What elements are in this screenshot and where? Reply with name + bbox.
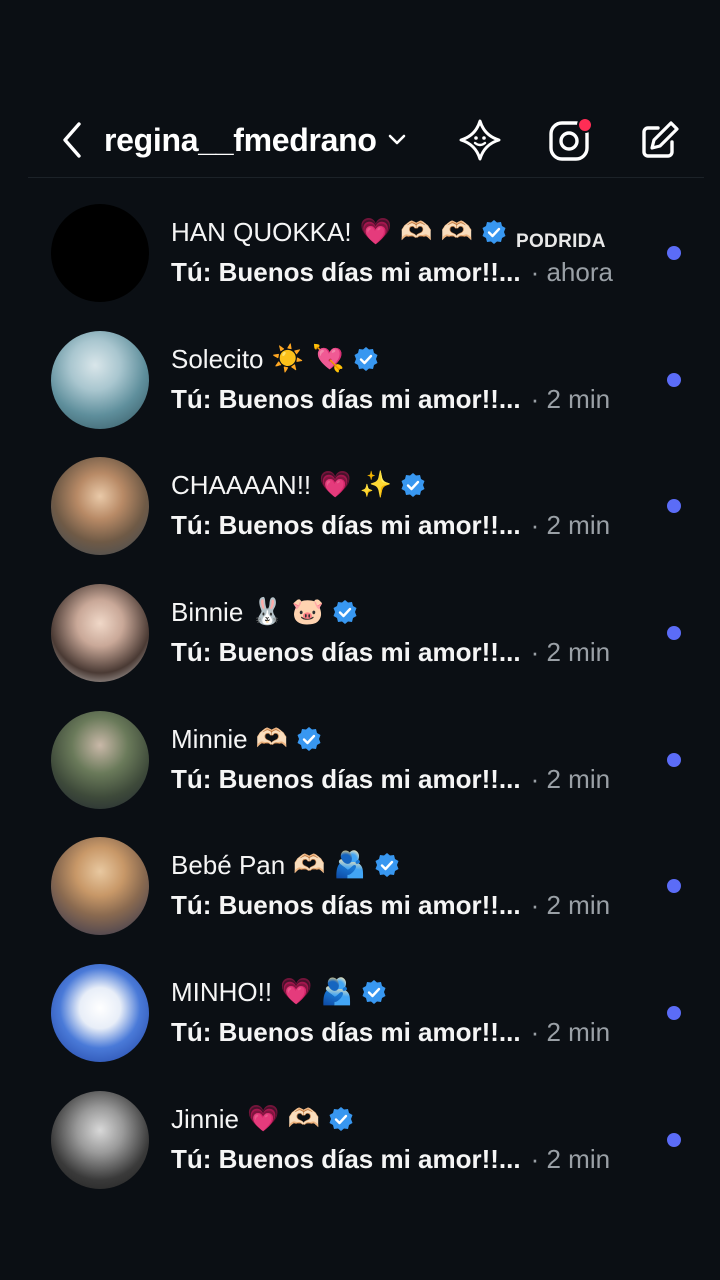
unread-dot — [667, 1006, 681, 1020]
unread-dot — [667, 246, 681, 260]
conversation-row[interactable]: Minnie 🫶🏻 Tú: Buenos días mi amor!!... ·… — [0, 697, 720, 823]
conversation-row[interactable]: HAN QUOKKA! 💗 🫶🏻 🫶🏻 Tú: Buenos días mi a… — [0, 190, 720, 316]
verified-badge-icon — [362, 980, 386, 1004]
camera-ring-icon — [549, 117, 593, 161]
top-bar: regina__fmedrano — [0, 100, 720, 178]
contact-name: HAN QUOKKA! — [171, 216, 352, 247]
avatar — [51, 837, 149, 935]
unread-dot — [667, 1133, 681, 1147]
verified-badge-icon — [329, 1107, 353, 1131]
message-time: · ahora — [530, 256, 613, 287]
name-emojis: 🫶🏻 — [255, 724, 288, 754]
unread-dot — [667, 753, 681, 767]
last-message: Tú: Buenos días mi amor!!... — [171, 763, 521, 794]
conversation-row[interactable]: Jinnie 💗 🫶🏻 Tú: Buenos días mi amor!!...… — [0, 1077, 720, 1203]
message-time: · 2 min — [530, 763, 611, 794]
message-time: · 2 min — [530, 1143, 611, 1174]
contact-name: Bebé Pan — [171, 849, 286, 880]
verified-badge-icon — [354, 347, 378, 371]
avatar — [51, 1091, 149, 1189]
last-message: Tú: Buenos días mi amor!!... — [171, 256, 521, 287]
last-message: Tú: Buenos días mi amor!!... — [171, 636, 521, 667]
message-time: · 2 min — [530, 889, 611, 920]
last-message: Tú: Buenos días mi amor!!... — [171, 889, 521, 920]
notes-button[interactable] — [546, 116, 594, 164]
conversation-row[interactable]: CHAAAAN!! 💗 ✨ Tú: Buenos días mi amor!!.… — [0, 443, 720, 569]
verified-badge-icon — [482, 220, 506, 244]
chevron-left-icon — [63, 122, 81, 158]
unread-dot — [667, 373, 681, 387]
contact-name: Solecito — [171, 343, 264, 374]
unread-dot — [667, 626, 681, 640]
sparkle-face-icon — [459, 119, 501, 161]
contact-name: Binnie — [171, 596, 244, 627]
name-emojis: 🐰 🐷 — [251, 597, 325, 627]
message-time: · 2 min — [530, 383, 611, 414]
avatar — [51, 964, 149, 1062]
new-message-button[interactable] — [636, 116, 684, 164]
verified-badge-icon — [375, 853, 399, 877]
avatar — [51, 457, 149, 555]
verified-badge-icon — [297, 727, 321, 751]
unread-dot — [667, 879, 681, 893]
contact-name: Jinnie — [171, 1103, 239, 1134]
last-message: Tú: Buenos días mi amor!!... — [171, 383, 521, 414]
conversation-row[interactable]: Bebé Pan 🫶🏻 🫂 Tú: Buenos días mi amor!!.… — [0, 823, 720, 949]
unread-dot — [667, 499, 681, 513]
name-emojis: ☀️ 💘 — [271, 344, 345, 374]
name-emojis: 💗 ✨ — [319, 470, 393, 500]
header-divider — [28, 177, 704, 178]
contact-name: CHAAAAN!! — [171, 469, 312, 500]
conversation-row[interactable]: Binnie 🐰 🐷 Tú: Buenos días mi amor!!... … — [0, 570, 720, 696]
contact-name: MINHO!! — [171, 976, 273, 1007]
contact-name: Minnie — [171, 723, 248, 754]
message-time: · 2 min — [530, 636, 611, 667]
conversation-row[interactable]: Solecito ☀️ 💘 Tú: Buenos días mi amor!!.… — [0, 317, 720, 443]
last-message: Tú: Buenos días mi amor!!... — [171, 1016, 521, 1047]
conversation-row[interactable]: MINHO!! 💗 🫂 Tú: Buenos días mi amor!!...… — [0, 950, 720, 1076]
avatar — [51, 584, 149, 682]
account-switcher[interactable]: regina__fmedrano — [104, 118, 407, 162]
avatar — [51, 711, 149, 809]
last-message: Tú: Buenos días mi amor!!... — [171, 509, 521, 540]
message-time: · 2 min — [530, 1016, 611, 1047]
back-button[interactable] — [52, 118, 92, 162]
avatar — [51, 331, 149, 429]
verified-badge-icon — [401, 473, 425, 497]
account-username: regina__fmedrano — [104, 121, 377, 158]
ai-assistant-button[interactable] — [456, 116, 504, 164]
name-emojis: 💗 🫂 — [280, 977, 354, 1007]
last-message: Tú: Buenos días mi amor!!... — [171, 1143, 521, 1174]
avatar — [51, 204, 149, 302]
name-emojis: 🫶🏻 🫂 — [293, 850, 367, 880]
notification-dot — [577, 117, 593, 133]
verified-badge-icon — [333, 600, 357, 624]
compose-icon — [642, 121, 679, 158]
chevron-down-icon — [387, 133, 407, 147]
name-emojis: 💗 🫶🏻 🫶🏻 — [359, 217, 474, 247]
message-time: · 2 min — [530, 509, 611, 540]
name-emojis: 💗 🫶🏻 — [246, 1104, 320, 1134]
